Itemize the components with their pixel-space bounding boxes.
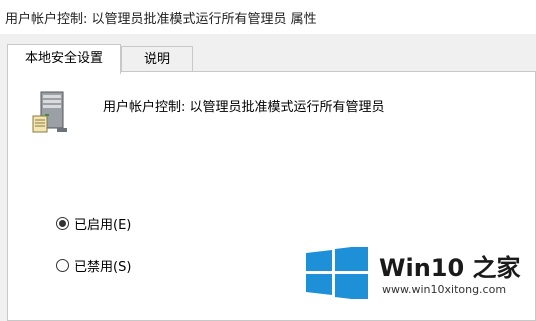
enabled-label[interactable]: 已启用(E) — [74, 214, 131, 233]
option-disabled[interactable]: 已禁用(S) — [56, 255, 131, 275]
enabled-radio[interactable] — [56, 216, 69, 230]
watermark-brand: Win10 之家 — [379, 254, 521, 282]
disabled-label[interactable]: 已禁用(S) — [74, 256, 131, 275]
server-computer-icon — [32, 91, 67, 133]
watermark: Win10 之家 www.win10xitong.com — [300, 240, 536, 306]
option-enabled[interactable]: 已启用(E) — [56, 213, 131, 233]
policy-name: 用户帐户控制: 以管理员批准模式运行所有管理员 — [103, 100, 385, 115]
tab-local-security-setting[interactable]: 本地安全设置 — [7, 44, 121, 74]
tab-explain[interactable]: 说明 — [121, 46, 193, 72]
disabled-radio[interactable] — [56, 258, 69, 272]
title-bar: 用户帐户控制: 以管理员批准模式运行所有管理员 属性 — [0, 0, 536, 34]
windows-logo-icon — [306, 247, 368, 299]
window-title: 用户帐户控制: 以管理员批准模式运行所有管理员 属性 — [5, 12, 317, 27]
watermark-url: www.win10xitong.com — [382, 283, 507, 296]
